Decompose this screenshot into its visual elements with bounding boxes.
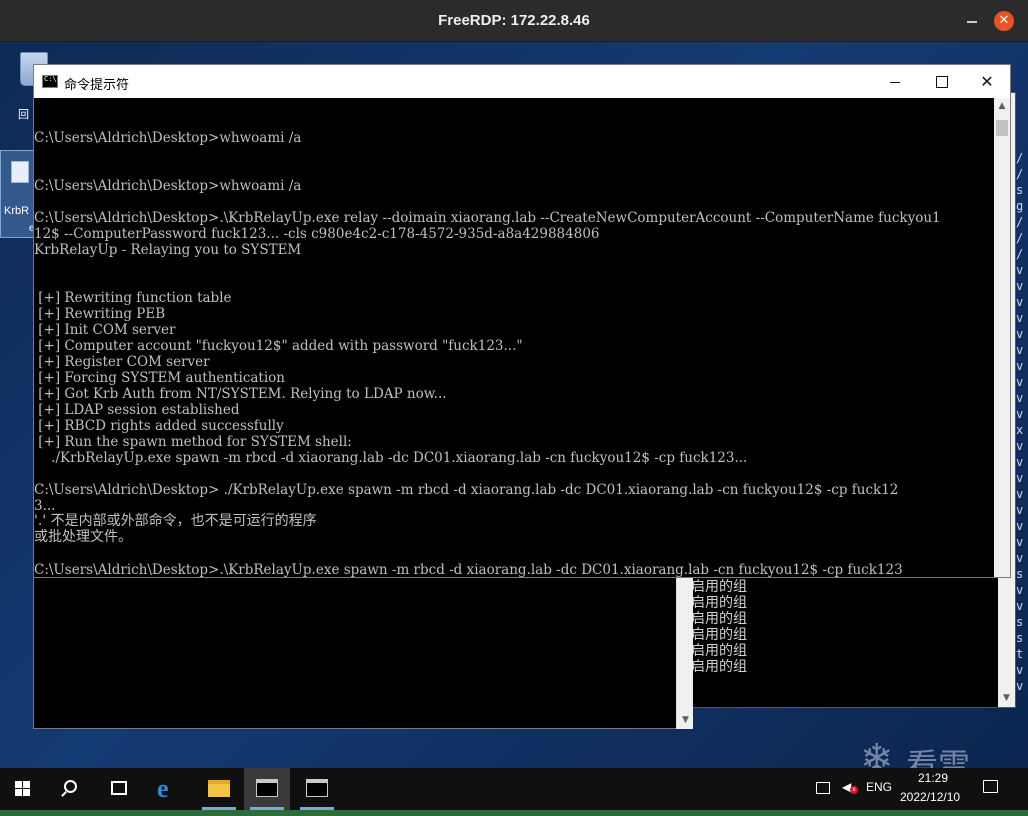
cmd-icon xyxy=(306,779,328,797)
console-lower-area xyxy=(33,577,693,729)
notification-center-icon[interactable] xyxy=(983,780,998,793)
console-line: [+] Init COM server xyxy=(34,322,176,338)
close-button[interactable]: ✕ xyxy=(964,65,1010,98)
clock-time[interactable]: 21:29 xyxy=(918,771,948,785)
freerdp-title: FreeRDP: 172.22.8.46 xyxy=(438,12,590,29)
console-output[interactable]: C:\Users\Aldrich\Desktop>whwoami /a C:\Us… xyxy=(34,98,993,577)
freerdp-minimize-button[interactable] xyxy=(963,12,981,30)
scroll-down-arrow-icon[interactable]: ▼ xyxy=(677,712,694,729)
console-line: C:\Users\Aldrich\Desktop>whwoami /a xyxy=(34,178,302,194)
folder-icon xyxy=(208,780,230,797)
windows-logo-icon xyxy=(23,789,30,796)
console-line: ./KrbRelayUp.exe spawn -m rbcd -d xiaora… xyxy=(34,450,748,466)
console-line: [+] Register COM server xyxy=(34,354,210,370)
console-line: [+] Got Krb Auth from NT/SYSTEM. Relying… xyxy=(34,386,447,402)
console-lower-scrollbar[interactable]: ▼ xyxy=(676,577,693,729)
console-output-line: 启用的组 xyxy=(691,595,747,611)
window-titlebar[interactable]: 命令提示符 ✕ xyxy=(34,65,1010,98)
host-bottom-strip xyxy=(0,810,1028,816)
scrollbar-thumb[interactable] xyxy=(996,120,1008,136)
console-line: [+] Rewriting PEB xyxy=(34,306,166,322)
task-view-icon xyxy=(111,781,127,795)
console-output-line: 启用的组 xyxy=(691,611,747,627)
krbrelayup-desktop-icon[interactable]: KrbR e xyxy=(0,150,36,238)
cmd-app-icon xyxy=(42,75,58,88)
console-output-line: 启用的组 xyxy=(691,627,747,643)
clock-date[interactable]: 2022/12/10 xyxy=(900,790,960,804)
desktop-right-edge-window-fragment: / / s g / / / v v v v v v v v v v x v v v v v v v v s v v s s t v v xyxy=(1016,151,1024,693)
console-line: [+] Computer account "fuckyou12$" added … xyxy=(34,338,523,354)
muted-badge-icon: x xyxy=(850,786,858,794)
console-line: 或批处理文件。 xyxy=(34,529,132,545)
start-button[interactable] xyxy=(0,768,46,810)
taskbar-cmd-window-2[interactable] xyxy=(294,768,340,810)
volume-icon[interactable]: ◀ x xyxy=(842,780,858,794)
console-line: KrbRelayUp - Relaying you to SYSTEM xyxy=(34,242,302,258)
background-console-output: 启用的组 启用的组 启用的组 启用的组 启用的组 启用的组 xyxy=(691,579,747,675)
console-line: [+] Forcing SYSTEM authentication xyxy=(34,370,285,386)
recycle-bin-label: 回 xyxy=(18,109,29,121)
windows-logo-icon xyxy=(15,789,22,796)
console-line: 12$ --ComputerPassword fuck123... -cls c… xyxy=(34,226,600,242)
task-view-button[interactable] xyxy=(96,768,142,810)
internet-explorer-button[interactable]: e xyxy=(146,768,192,810)
console-line: [+] RBCD rights added successfully xyxy=(34,418,284,434)
console-line: 3... xyxy=(34,498,56,514)
command-prompt-window[interactable]: 命令提示符 ✕ C:\Users\Aldrich\Desktop>whwoami… xyxy=(33,64,1011,578)
maximize-button[interactable] xyxy=(918,65,964,98)
search-icon-handle xyxy=(61,791,67,797)
console-line: C:\Users\Aldrich\Desktop>.\KrbRelayUp.ex… xyxy=(34,210,941,226)
freerdp-titlebar: FreeRDP: 172.22.8.46 ✕ xyxy=(0,0,1028,42)
console-line: C:\Users\Aldrich\Desktop>whwoami /a xyxy=(34,130,302,146)
taskbar: e ◀ x ENG 21:29 2022/12/10 xyxy=(0,768,1028,810)
console-line: [+] Run the spawn method for SYSTEM shel… xyxy=(34,434,352,450)
internet-explorer-icon: e xyxy=(157,774,169,803)
network-icon[interactable] xyxy=(816,782,830,794)
console-line: [+] Rewriting function table xyxy=(34,290,232,306)
search-button[interactable] xyxy=(48,768,94,810)
console-line: C:\Users\Aldrich\Desktop> ./KrbRelayUp.e… xyxy=(34,482,899,498)
taskbar-cmd-window-1[interactable] xyxy=(244,768,290,810)
console-output-line: 启用的组 xyxy=(691,659,747,675)
console-line: C:\Users\Aldrich\Desktop>.\KrbRelayUp.ex… xyxy=(34,562,903,577)
console-line: '.' 不是内部或外部命令，也不是可运行的程序 xyxy=(34,513,317,529)
console-output-line: 启用的组 xyxy=(691,643,747,659)
console-line: [+] LDAP session established xyxy=(34,402,240,418)
cmd-icon xyxy=(256,779,278,797)
executable-file-icon xyxy=(11,161,29,183)
window-title: 命令提示符 xyxy=(64,78,130,93)
freerdp-close-button[interactable]: ✕ xyxy=(994,11,1014,31)
scroll-up-arrow-icon[interactable]: ▲ xyxy=(994,98,1010,115)
krbrelayup-icon-label: KrbR xyxy=(4,205,30,217)
windows-logo-icon xyxy=(23,781,30,788)
console-output-line: 启用的组 xyxy=(691,579,747,595)
minimize-button[interactable] xyxy=(872,65,918,98)
console-scrollbar[interactable]: ▲ xyxy=(994,98,1010,577)
input-language[interactable]: ENG xyxy=(866,780,892,794)
file-explorer-button[interactable] xyxy=(196,768,242,810)
windows-logo-icon xyxy=(15,781,22,788)
scroll-down-arrow-icon[interactable]: ▼ xyxy=(998,690,1015,707)
